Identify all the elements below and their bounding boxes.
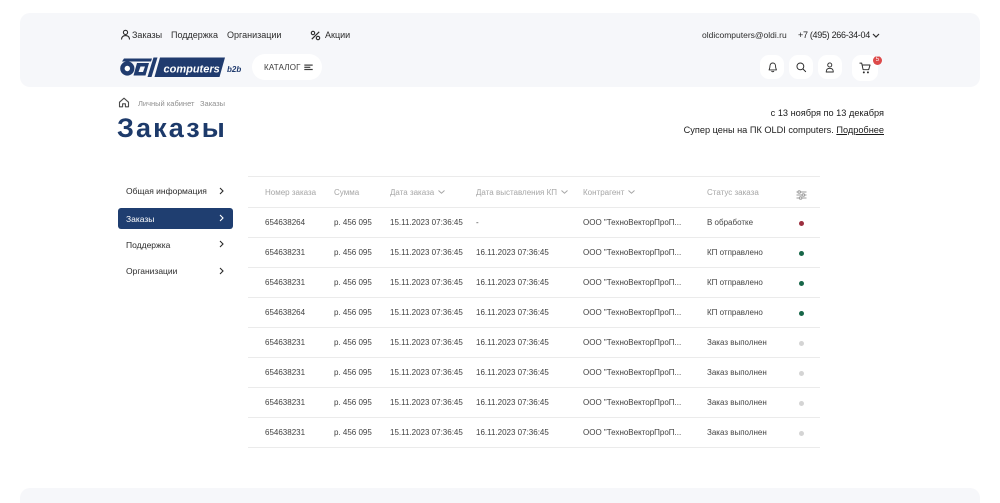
svg-text:computers: computers [164, 64, 220, 76]
svg-text:b2b: b2b [227, 65, 241, 74]
